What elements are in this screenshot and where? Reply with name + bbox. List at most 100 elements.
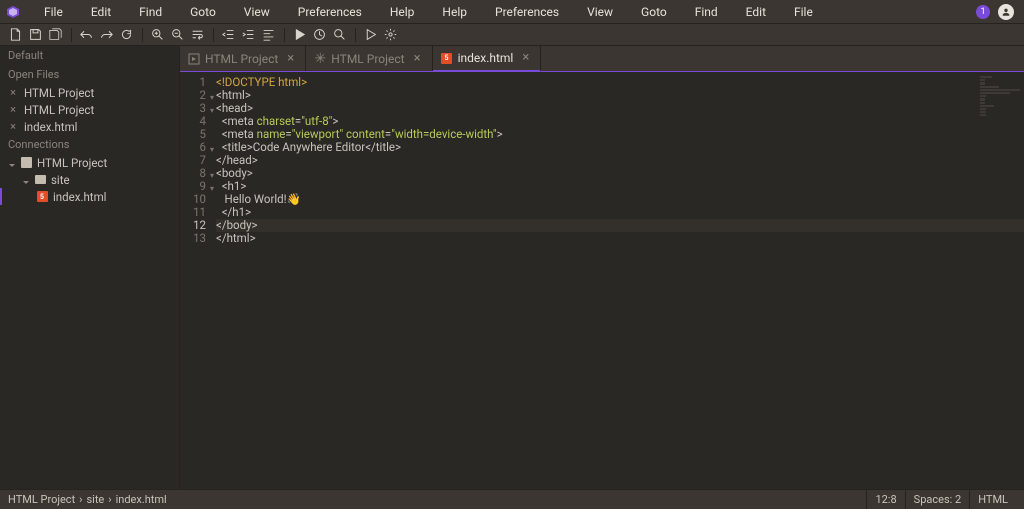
- close-icon[interactable]: ×: [8, 86, 18, 99]
- html-file-icon: 5: [36, 191, 48, 203]
- fold-icon[interactable]: ▾: [210, 143, 214, 156]
- tab-label: HTML Project: [205, 52, 278, 66]
- open-file-label: HTML Project: [24, 103, 94, 117]
- statusbar: HTML Project›site›index.html 12:8 Spaces…: [0, 489, 1024, 509]
- breadcrumb-seg[interactable]: index.html: [116, 493, 167, 506]
- menu-find[interactable]: Find: [125, 0, 176, 24]
- wrap-icon[interactable]: [188, 26, 206, 44]
- save-all-icon[interactable]: [46, 26, 64, 44]
- tab[interactable]: HTML Project ×: [180, 46, 306, 71]
- code-line[interactable]: </head>: [216, 154, 1024, 167]
- editor-area: HTML Project×✳HTML Project×5index.html× …: [180, 46, 1024, 489]
- menu-file[interactable]: File: [780, 0, 827, 24]
- sidebar-connections-label: Connections: [0, 135, 179, 154]
- sidebar-default-label: Default: [0, 46, 179, 65]
- html-file-icon: 5: [441, 52, 453, 64]
- breadcrumb-sep: ›: [79, 493, 82, 506]
- breadcrumb-seg[interactable]: site: [86, 493, 104, 506]
- code-editor[interactable]: 12▾3▾456▾78▾9▾10111213 <!DOCTYPE html><h…: [180, 72, 1024, 489]
- tree-project[interactable]: HTML Project: [0, 154, 179, 171]
- menu-edit[interactable]: Edit: [77, 0, 125, 24]
- zoom-out-icon[interactable]: [168, 26, 186, 44]
- code-line[interactable]: <h1>: [216, 180, 1024, 193]
- menu-goto[interactable]: Goto: [176, 0, 230, 24]
- language-mode[interactable]: HTML: [969, 490, 1016, 509]
- fold-icon[interactable]: ▾: [210, 91, 214, 104]
- menubar: FileEditFindGotoViewPreferencesHelpHelpP…: [0, 0, 1024, 24]
- sidebar: Default Open Files × HTML Project × HTML Pr…: [0, 46, 180, 489]
- breadcrumb[interactable]: HTML Project›site›index.html: [8, 493, 167, 506]
- preview-icon: [188, 53, 200, 65]
- code-line[interactable]: </body>: [216, 219, 1024, 232]
- folder-icon: [34, 174, 46, 186]
- divider: [142, 28, 143, 42]
- code-line[interactable]: <!DOCTYPE html>: [216, 76, 1024, 89]
- run-icon[interactable]: [290, 26, 308, 44]
- close-icon[interactable]: ×: [287, 54, 297, 64]
- code-line[interactable]: <body>: [216, 167, 1024, 180]
- code-line[interactable]: <title>Code Anywhere Editor</title>: [216, 141, 1024, 154]
- fold-icon[interactable]: ▾: [210, 169, 214, 182]
- notification-badge[interactable]: 1: [976, 5, 990, 19]
- close-icon[interactable]: ×: [8, 103, 18, 116]
- divider: [213, 28, 214, 42]
- menu-edit[interactable]: Edit: [732, 0, 780, 24]
- outdent-icon[interactable]: [219, 26, 237, 44]
- tab-label: index.html: [458, 51, 514, 65]
- menu-view[interactable]: View: [573, 0, 627, 24]
- history-icon[interactable]: [310, 26, 328, 44]
- fold-icon[interactable]: ▾: [210, 182, 214, 195]
- redo-icon[interactable]: [97, 26, 115, 44]
- menu-file[interactable]: File: [30, 0, 77, 24]
- open-file-label: index.html: [24, 120, 77, 134]
- indent-setting[interactable]: Spaces: 2: [905, 490, 970, 509]
- sidebar-openfiles-label: Open Files: [0, 65, 179, 84]
- project-icon: [20, 157, 32, 169]
- line-number: 13: [180, 232, 206, 245]
- save-icon[interactable]: [26, 26, 44, 44]
- code-line[interactable]: Hello World!👋: [216, 193, 1024, 206]
- tab[interactable]: 5 index.html ×: [433, 46, 542, 72]
- open-file-item[interactable]: ×HTML Project: [0, 84, 179, 101]
- close-icon[interactable]: ×: [8, 120, 18, 133]
- chevron-down-icon: [22, 176, 30, 184]
- user-avatar-icon[interactable]: [998, 4, 1014, 20]
- tree-file-index[interactable]: 5 index.html: [0, 188, 179, 205]
- close-icon[interactable]: ×: [522, 53, 532, 63]
- unsaved-icon: ✳: [314, 53, 326, 65]
- menu-help[interactable]: Help: [376, 0, 429, 24]
- code-line[interactable]: </h1>: [216, 206, 1024, 219]
- code-content[interactable]: <!DOCTYPE html><html><head> <meta charse…: [216, 72, 1024, 489]
- line-number-gutter: 12▾3▾456▾78▾9▾10111213: [180, 72, 216, 489]
- tree-folder[interactable]: site: [0, 171, 179, 188]
- breadcrumb-seg[interactable]: HTML Project: [8, 493, 75, 506]
- menu-preferences[interactable]: Preferences: [481, 0, 573, 24]
- menu-find[interactable]: Find: [681, 0, 732, 24]
- cursor-position[interactable]: 12:8: [866, 490, 904, 509]
- tab-label: HTML Project: [331, 52, 404, 66]
- toolbar: [0, 24, 1024, 46]
- refresh-icon[interactable]: [117, 26, 135, 44]
- tree-folder-label: site: [51, 173, 70, 187]
- divider: [355, 28, 356, 42]
- preview-icon[interactable]: [361, 26, 379, 44]
- code-line[interactable]: </html>: [216, 232, 1024, 245]
- tree-project-label: HTML Project: [37, 156, 107, 170]
- format-icon[interactable]: [259, 26, 277, 44]
- close-icon[interactable]: ×: [414, 54, 424, 64]
- menu-goto[interactable]: Goto: [627, 0, 681, 24]
- open-file-item[interactable]: × HTML Project: [0, 101, 179, 118]
- search-icon[interactable]: [330, 26, 348, 44]
- zoom-in-icon[interactable]: [148, 26, 166, 44]
- new-file-icon[interactable]: [6, 26, 24, 44]
- fold-icon[interactable]: ▾: [210, 104, 214, 117]
- code-line[interactable]: <html>: [216, 89, 1024, 102]
- indent-icon[interactable]: [239, 26, 257, 44]
- settings-icon[interactable]: [381, 26, 399, 44]
- open-file-item[interactable]: × index.html: [0, 118, 179, 135]
- menu-view[interactable]: View: [230, 0, 284, 24]
- tab[interactable]: ✳ HTML Project ×: [306, 46, 432, 71]
- menu-help[interactable]: Help: [428, 0, 481, 24]
- undo-icon[interactable]: [77, 26, 95, 44]
- menu-preferences[interactable]: Preferences: [284, 0, 376, 24]
